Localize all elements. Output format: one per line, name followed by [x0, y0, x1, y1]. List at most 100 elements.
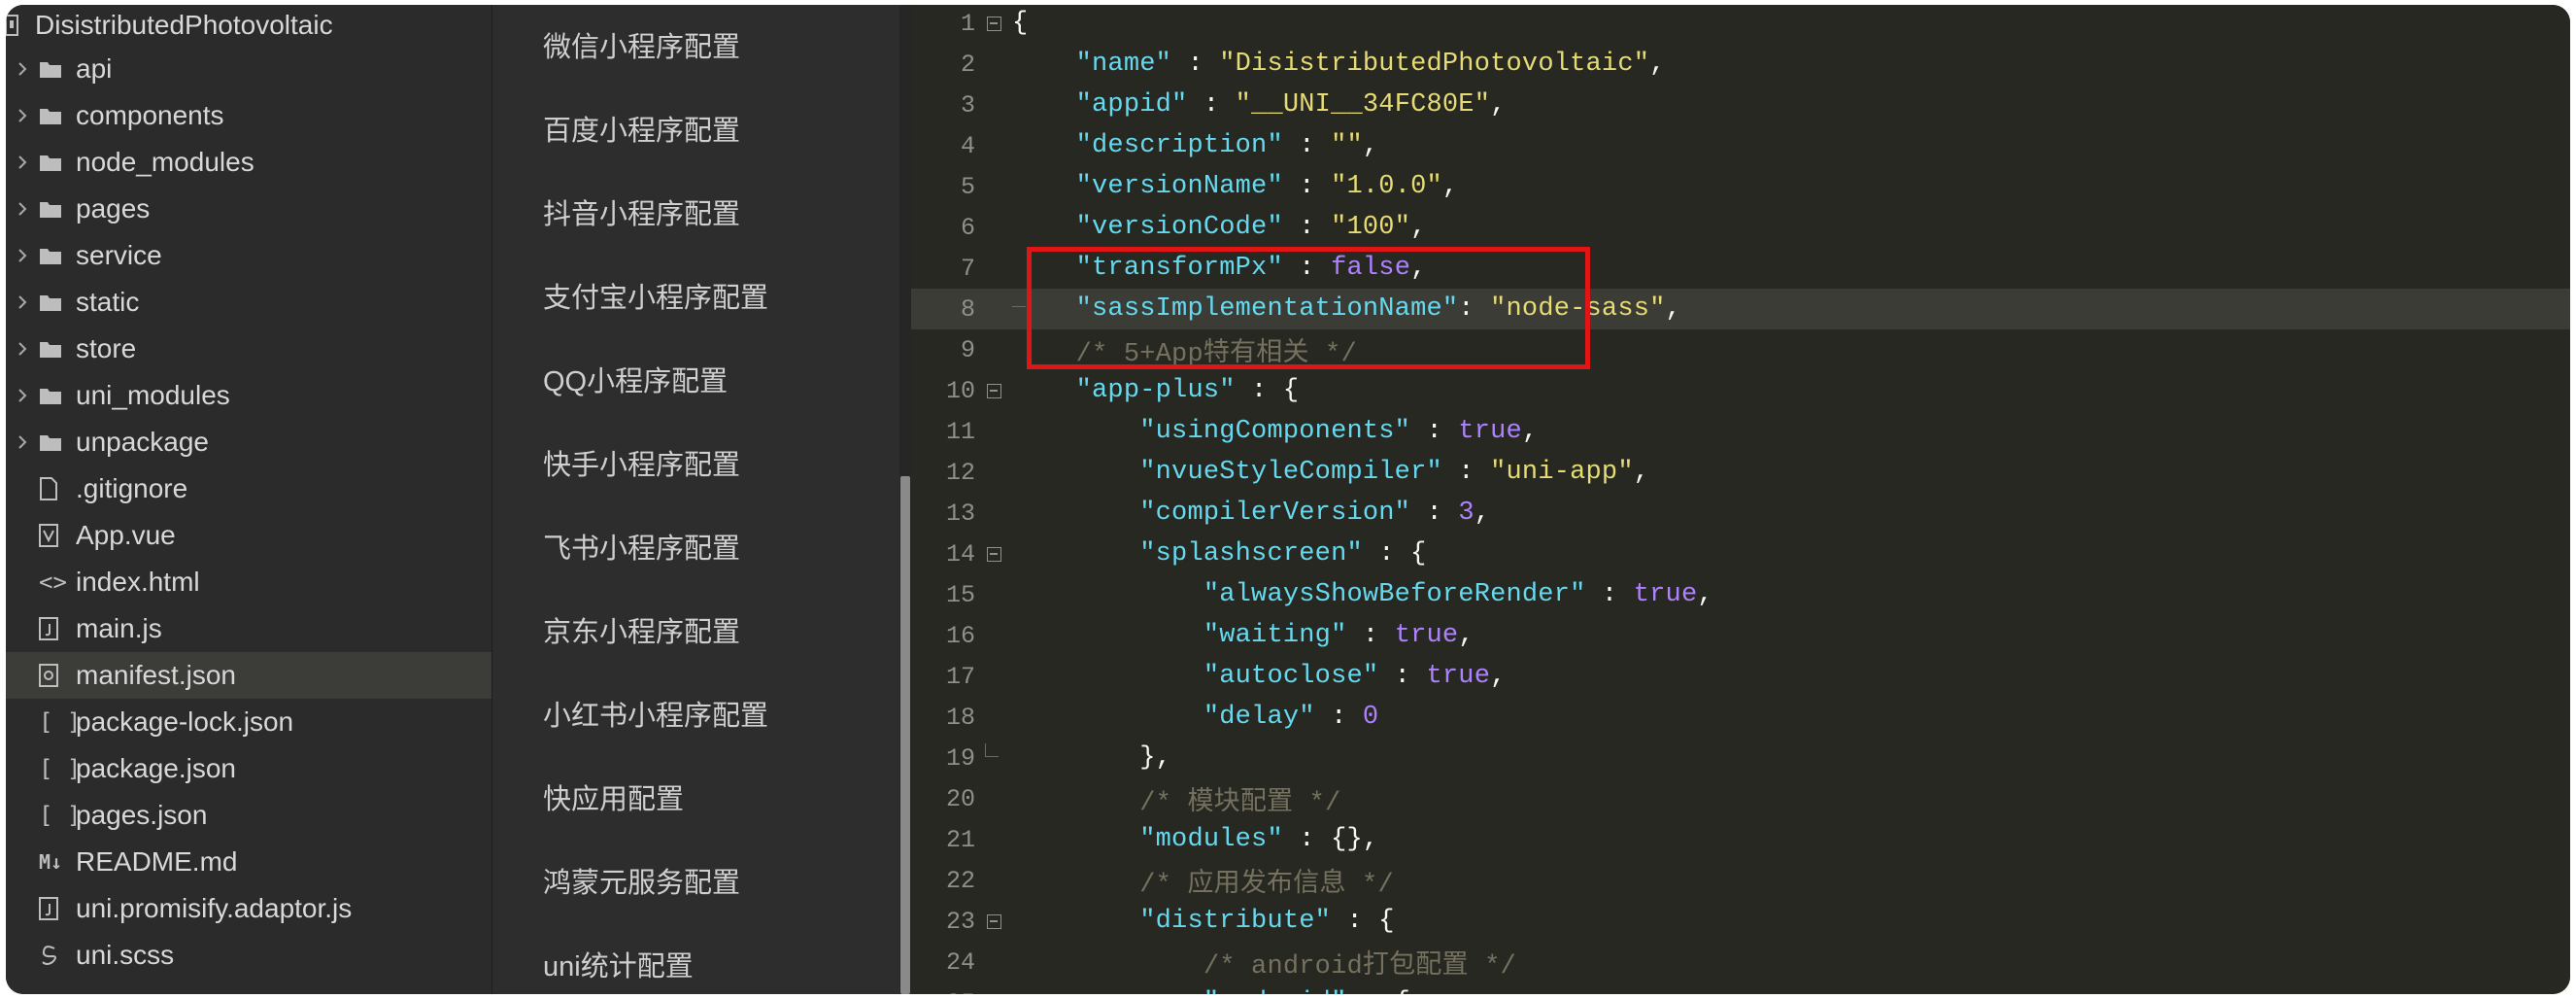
- code-line[interactable]: 17 "autoclose" : true,: [911, 656, 2570, 697]
- file-index-html[interactable]: <> index.html: [6, 559, 491, 605]
- file-package-json[interactable]: [ ] package.json: [6, 745, 491, 792]
- settings-menu-item[interactable]: 快应用配置: [543, 776, 684, 817]
- file-label: package-lock.json: [76, 706, 294, 737]
- code-token: ,: [1458, 621, 1474, 650]
- markdown-file-icon: M↓: [39, 850, 63, 874]
- chevron-right-icon[interactable]: [6, 201, 39, 217]
- chevron-right-icon[interactable]: [6, 388, 39, 403]
- code-text: /* 模块配置 */: [1012, 779, 1340, 818]
- folder-unpackage[interactable]: unpackage: [6, 419, 491, 465]
- fold-toggle-icon[interactable]: [975, 383, 1012, 398]
- code-line[interactable]: 1{: [911, 5, 2570, 44]
- code-line[interactable]: 5 "versionName" : "1.0.0",: [911, 166, 2570, 207]
- code-line[interactable]: 22 /* 应用发布信息 */: [911, 860, 2570, 901]
- folder-uni-modules[interactable]: uni_modules: [6, 372, 491, 419]
- file-readme-md[interactable]: M↓ README.md: [6, 839, 491, 885]
- code-line[interactable]: 8 "sassImplementationName": "node-sass",: [911, 289, 2570, 329]
- html-file-icon: <>: [39, 568, 67, 596]
- code-line[interactable]: 4 "description" : "",: [911, 125, 2570, 166]
- code-line[interactable]: 9 /* 5+App特有相关 */: [911, 329, 2570, 370]
- code-text: "distribute" : {: [1012, 907, 1395, 936]
- code-token: true: [1458, 417, 1522, 446]
- settings-menu-item[interactable]: 百度小程序配置: [543, 108, 740, 149]
- code-line[interactable]: 11 "usingComponents" : true,: [911, 411, 2570, 452]
- code-line[interactable]: 24 /* android打包配置 */: [911, 942, 2570, 982]
- folder-node-modules[interactable]: node_modules: [6, 139, 491, 186]
- code-token: "sassImplementationName": [1075, 294, 1459, 324]
- fold-toggle-icon[interactable]: [975, 16, 1012, 31]
- code-token: "1.0.0": [1331, 172, 1442, 201]
- file-pages-json[interactable]: [ ] pages.json: [6, 792, 491, 839]
- code-line[interactable]: 3 "appid" : "__UNI__34FC80E",: [911, 85, 2570, 125]
- code-token: "usingComponents": [1139, 417, 1411, 446]
- code-line[interactable]: 25 "android" : {: [911, 982, 2570, 994]
- code-token: "waiting": [1203, 621, 1347, 650]
- code-token: : {},: [1282, 825, 1379, 854]
- file-package-lock-json[interactable]: [ ] package-lock.json: [6, 699, 491, 745]
- manifest-settings-menu: 微信小程序配置 百度小程序配置 抖音小程序配置 支付宝小程序配置 QQ小程序配置 快手小程…: [492, 5, 911, 994]
- line-number: 7: [960, 254, 975, 283]
- fold-toggle-icon[interactable]: [975, 546, 1012, 562]
- settings-menu-item[interactable]: 鸿蒙元服务配置: [543, 860, 740, 901]
- settings-menu-item[interactable]: 抖音小程序配置: [543, 191, 740, 232]
- settings-menu-item[interactable]: 京东小程序配置: [543, 609, 740, 650]
- code-line[interactable]: 23 "distribute" : {: [911, 901, 2570, 942]
- code-token: /* 模块配置 */: [1139, 789, 1341, 818]
- code-text: "versionCode" : "100",: [1012, 213, 1427, 242]
- code-line[interactable]: 19 },: [911, 738, 2570, 778]
- settings-menu-item[interactable]: uni统计配置: [543, 944, 694, 984]
- code-line[interactable]: 21 "modules" : {},: [911, 819, 2570, 860]
- file-gitignore[interactable]: .gitignore: [6, 465, 491, 512]
- settings-menu-item[interactable]: QQ小程序配置: [543, 359, 728, 399]
- folder-api[interactable]: api: [6, 46, 491, 92]
- file-uni-scss[interactable]: uni.scss: [6, 932, 491, 979]
- code-line[interactable]: 15 "alwaysShowBeforeRender" : true,: [911, 574, 2570, 615]
- code-line[interactable]: 2 "name" : "DisistributedPhotovoltaic",: [911, 44, 2570, 85]
- settings-menu-item[interactable]: 快手小程序配置: [543, 442, 740, 483]
- settings-menu-item[interactable]: 飞书小程序配置: [543, 526, 740, 567]
- file-uni-promisify-adaptor-js[interactable]: uni.promisify.adaptor.js: [6, 885, 491, 932]
- vue-file-icon: [39, 524, 76, 547]
- chevron-right-icon[interactable]: [6, 341, 39, 357]
- folder-static[interactable]: static: [6, 279, 491, 326]
- folder-store[interactable]: store: [6, 326, 491, 372]
- chevron-right-icon[interactable]: [6, 108, 39, 123]
- file-manifest-json[interactable]: manifest.json: [6, 652, 491, 699]
- folder-components[interactable]: components: [6, 92, 491, 139]
- chevron-right-icon[interactable]: [6, 434, 39, 450]
- chevron-right-icon[interactable]: [6, 61, 39, 77]
- project-root[interactable]: DisistributedPhotovoltaic: [6, 5, 491, 46]
- code-token: :: [1187, 90, 1236, 120]
- code-line[interactable]: 10 "app-plus" : {: [911, 370, 2570, 411]
- folder-service[interactable]: service: [6, 232, 491, 279]
- code-text: "autoclose" : true,: [1012, 662, 1507, 691]
- settings-menu-item[interactable]: 微信小程序配置: [543, 24, 740, 65]
- chevron-right-icon[interactable]: [6, 294, 39, 310]
- code-text: "splashscreen" : {: [1012, 539, 1427, 568]
- folder-pages[interactable]: pages: [6, 186, 491, 232]
- chevron-right-icon[interactable]: [6, 155, 39, 170]
- settings-menu-item[interactable]: 支付宝小程序配置: [543, 275, 768, 316]
- file-label: main.js: [76, 613, 162, 643]
- code-line[interactable]: 13 "compilerVersion" : 3,: [911, 493, 2570, 534]
- code-line[interactable]: 6 "versionCode" : "100",: [911, 207, 2570, 248]
- file-icon: [39, 477, 76, 500]
- settings-scrollbar[interactable]: [900, 476, 910, 994]
- code-editor[interactable]: 1{2 "name" : "DisistributedPhotovoltaic"…: [911, 5, 2570, 994]
- settings-menu-item[interactable]: 小红书小程序配置: [543, 693, 768, 734]
- code-line[interactable]: 16 "waiting" : true,: [911, 615, 2570, 656]
- code-line[interactable]: 20 /* 模块配置 */: [911, 778, 2570, 819]
- fold-toggle-icon[interactable]: [975, 913, 1012, 929]
- code-line[interactable]: 12 "nvueStyleCompiler" : "uni-app",: [911, 452, 2570, 493]
- file-app-vue[interactable]: App.vue: [6, 512, 491, 559]
- code-line[interactable]: 7 "transformPx" : false,: [911, 248, 2570, 289]
- code-token: "": [1331, 131, 1363, 160]
- file-main-js[interactable]: main.js: [6, 605, 491, 652]
- chevron-right-icon[interactable]: [6, 248, 39, 263]
- project-root-label: DisistributedPhotovoltaic: [35, 10, 333, 40]
- code-line[interactable]: 18 "delay" : 0: [911, 697, 2570, 738]
- code-line[interactable]: 14 "splashscreen" : {: [911, 534, 2570, 574]
